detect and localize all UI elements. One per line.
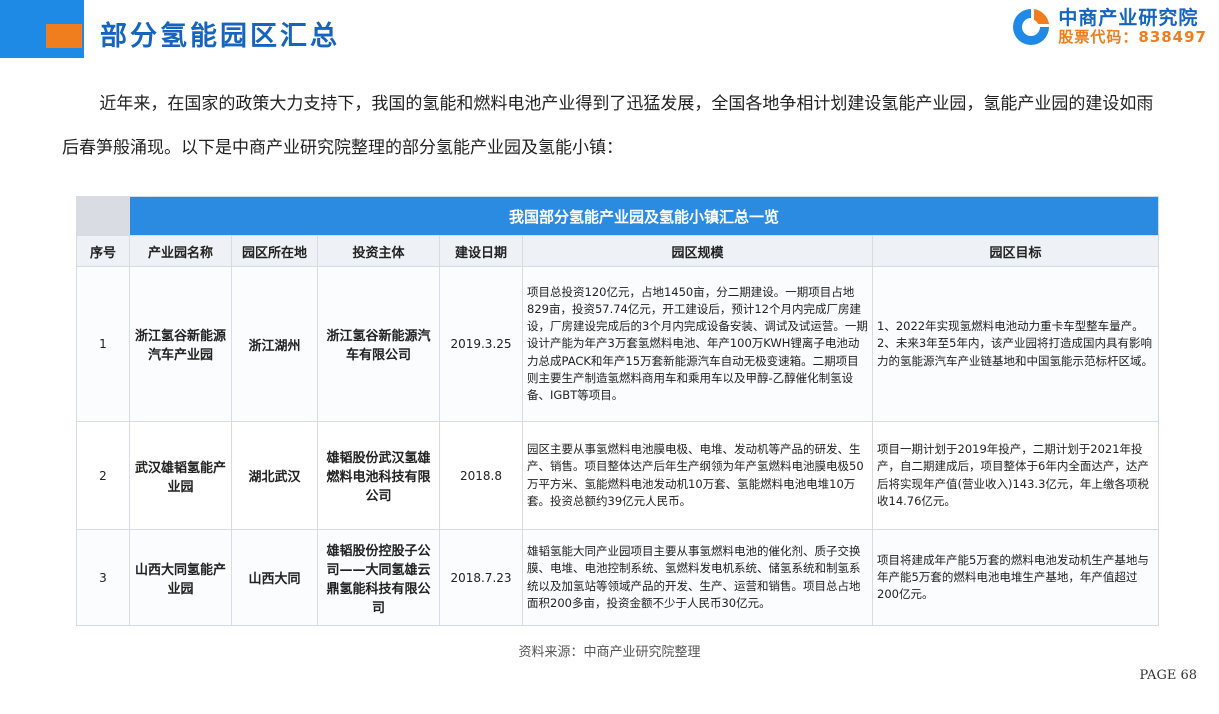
company-logo: 中商产业研究院 股票代码：838497 bbox=[1010, 6, 1207, 48]
hydrogen-park-table: 我国部分氢能产业园及氢能小镇汇总一览 序号 产业园名称 园区所在地 投资主体 建… bbox=[76, 196, 1160, 626]
header-name: 产业园名称 bbox=[129, 235, 232, 267]
header-accent-orange bbox=[46, 24, 82, 48]
table-row: 1 浙江氢谷新能源汽车产业园 浙江湖州 浙江氢谷新能源汽车有限公司 2019.3… bbox=[76, 266, 1160, 422]
cell-location: 浙江湖州 bbox=[231, 266, 318, 422]
header-scale: 园区规模 bbox=[522, 235, 873, 267]
cell-scale: 雄韬氢能大同产业园项目主要从事氢燃料电池的催化剂、质子交换膜、电堆、电池控制系统… bbox=[522, 529, 873, 626]
intro-paragraph: 近年来，在国家的政策大力支持下，我国的氢能和燃料电池产业得到了迅猛发展，全国各地… bbox=[62, 94, 1154, 159]
cell-goal: 项目将建成年产能5万套的燃料电池发动机生产基地与年产能5万套的燃料电池电堆生产基… bbox=[871, 529, 1160, 626]
table-title: 我国部分氢能产业园及氢能小镇汇总一览 bbox=[128, 196, 1160, 236]
cell-scale: 园区主要从事氢燃料电池膜电极、电堆、发动机等产品的研发、生产、销售。项目整体达产… bbox=[522, 421, 873, 530]
cell-date: 2018.8 bbox=[439, 421, 523, 530]
table-row: 2 武汉雄韬氢能产业园 湖北武汉 雄韬股份武汉氢雄燃料电池科技有限公司 2018… bbox=[76, 421, 1160, 530]
cell-scale: 项目总投资120亿元，占地1450亩，分二期建设。一期项目占地829亩，投资57… bbox=[522, 266, 873, 422]
header-goal: 园区目标 bbox=[871, 235, 1160, 267]
table-corner-cell bbox=[76, 196, 130, 236]
header-location: 园区所在地 bbox=[231, 235, 318, 267]
header-investor: 投资主体 bbox=[317, 235, 440, 267]
cell-investor: 雄韬股份控股子公司——大同氢雄云鼎氢能科技有限公司 bbox=[317, 529, 440, 626]
cell-date: 2018.7.23 bbox=[439, 529, 523, 626]
cell-date: 2019.3.25 bbox=[439, 266, 523, 422]
logo-stock-code: 股票代码：838497 bbox=[1058, 28, 1207, 47]
cell-goal: 项目一期计划于2019年投产，二期计划于2021年投产，自二期建成后，项目整体于… bbox=[871, 421, 1160, 530]
cell-investor: 雄韬股份武汉氢雄燃料电池科技有限公司 bbox=[317, 421, 440, 530]
header-no: 序号 bbox=[76, 235, 130, 267]
cell-no: 3 bbox=[76, 529, 130, 626]
cell-no: 2 bbox=[76, 421, 130, 530]
header-date: 建设日期 bbox=[439, 235, 523, 267]
cell-name: 浙江氢谷新能源汽车产业园 bbox=[129, 266, 232, 422]
logo-mark-icon bbox=[1013, 9, 1050, 45]
page-number: PAGE 68 bbox=[1139, 668, 1198, 683]
source-note: 资料来源：中商产业研究院整理 bbox=[518, 645, 701, 660]
cell-location: 山西大同 bbox=[231, 529, 318, 626]
cell-no: 1 bbox=[76, 266, 130, 422]
cell-location: 湖北武汉 bbox=[231, 421, 318, 530]
page-title: 部分氢能园区汇总 bbox=[100, 21, 340, 52]
cell-goal: 1、2022年实现氢燃料电池动力重卡车型整车量产。2、未来3年至5年内，该产业园… bbox=[871, 266, 1160, 422]
cell-name: 武汉雄韬氢能产业园 bbox=[129, 421, 232, 530]
table-row: 3 山西大同氢能产业园 山西大同 雄韬股份控股子公司——大同氢雄云鼎氢能科技有限… bbox=[76, 529, 1160, 626]
cell-name: 山西大同氢能产业园 bbox=[129, 529, 232, 626]
cell-investor: 浙江氢谷新能源汽车有限公司 bbox=[317, 266, 440, 422]
logo-name: 中商产业研究院 bbox=[1058, 7, 1199, 30]
